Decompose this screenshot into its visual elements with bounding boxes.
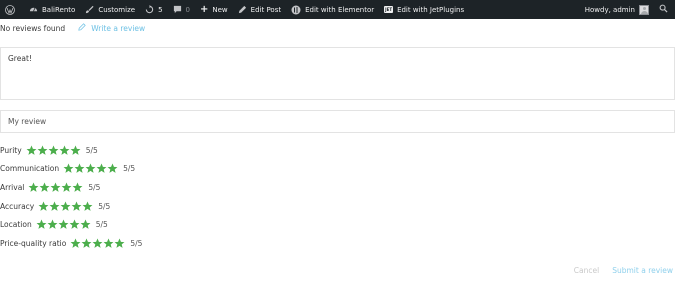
star-icon[interactable] [82, 201, 93, 212]
edit-jetplugins-menu[interactable]: JET Edit with JetPlugins [379, 0, 469, 19]
site-name-label: BaliRento [42, 5, 76, 14]
star-rating-input[interactable] [36, 219, 91, 230]
review-title-value: My review [8, 117, 47, 126]
star-icon[interactable] [58, 219, 69, 230]
star-icon[interactable] [26, 145, 37, 156]
submit-review-button[interactable]: Submit a review [612, 266, 673, 275]
rating-row: Arrival 5/5 [0, 178, 142, 197]
review-title-field[interactable]: My review [0, 110, 675, 133]
star-rating-input[interactable] [26, 145, 81, 156]
rating-row: Location 5/5 [0, 215, 142, 234]
customize-label: Customize [98, 5, 136, 14]
admin-bar: BaliRento Customize 5 0 + New Edit Post … [0, 0, 675, 19]
star-icon[interactable] [81, 238, 92, 249]
review-text-value: Great! [8, 54, 32, 63]
star-icon[interactable] [72, 182, 83, 193]
edit-jetplugins-label: Edit with JetPlugins [397, 5, 465, 14]
rating-value: 5/5 [130, 238, 143, 248]
rating-label: Communication [0, 164, 60, 174]
rating-label: Purity [0, 145, 22, 155]
new-content-menu[interactable]: + New [195, 0, 233, 19]
pencil-icon [78, 23, 86, 33]
no-reviews-text: No reviews found [0, 23, 66, 33]
rating-label: Location [0, 220, 32, 230]
star-icon[interactable] [103, 238, 114, 249]
dashboard-icon [29, 5, 38, 14]
star-rating-input[interactable] [63, 163, 118, 174]
jet-badge-icon: JET [384, 6, 394, 13]
star-icon[interactable] [96, 163, 107, 174]
edit-post-label: Edit Post [250, 5, 282, 14]
star-icon[interactable] [80, 219, 91, 230]
review-text-field[interactable]: Great! [0, 47, 675, 100]
greeting-label: Howdy, admin [584, 5, 635, 14]
updates-menu[interactable]: 5 [140, 0, 167, 19]
star-icon[interactable] [39, 182, 50, 193]
wordpress-logo-menu[interactable] [0, 0, 24, 19]
write-review-label: Write a review [91, 23, 146, 33]
search-icon [659, 4, 668, 15]
rating-label: Accuracy [0, 201, 35, 211]
star-rating-input[interactable] [70, 238, 125, 249]
new-label: New [212, 5, 228, 14]
star-icon[interactable] [49, 201, 60, 212]
comments-menu[interactable]: 0 [168, 0, 195, 19]
site-name-menu[interactable]: BaliRento [24, 0, 80, 19]
rating-value: 5/5 [123, 164, 136, 174]
plus-icon: + [200, 4, 209, 15]
rating-list: Purity 5/5 Communication 5/5 Arrival 5/5 Accur… [0, 141, 142, 253]
customize-menu[interactable]: Customize [80, 0, 140, 19]
admin-search[interactable] [654, 0, 675, 19]
rating-row: Communication 5/5 [0, 160, 142, 179]
elementor-icon [291, 5, 301, 15]
write-review-link[interactable]: Write a review [78, 23, 145, 33]
star-icon[interactable] [38, 201, 49, 212]
updates-count: 5 [158, 5, 163, 14]
star-icon[interactable] [61, 182, 72, 193]
wordpress-icon [5, 4, 15, 15]
star-icon[interactable] [74, 163, 85, 174]
cancel-button[interactable]: Cancel [574, 266, 599, 275]
star-rating-input[interactable] [28, 182, 83, 193]
star-icon[interactable] [92, 238, 103, 249]
star-icon[interactable] [36, 219, 47, 230]
comment-bubble-icon [173, 5, 182, 14]
paintbrush-icon [85, 5, 94, 14]
star-icon[interactable] [50, 182, 61, 193]
rating-row: Accuracy 5/5 [0, 197, 142, 216]
star-rating-input[interactable] [38, 201, 93, 212]
my-account-menu[interactable]: Howdy, admin [580, 0, 654, 19]
updates-icon [145, 5, 154, 14]
star-icon[interactable] [70, 238, 81, 249]
review-actions: Cancel Submit a review [574, 266, 673, 275]
rating-row: Price-quality ratio 5/5 [0, 234, 142, 253]
rating-value: 5/5 [88, 182, 101, 192]
star-icon[interactable] [59, 145, 70, 156]
star-icon[interactable] [70, 145, 81, 156]
avatar [639, 4, 649, 15]
star-icon[interactable] [85, 163, 96, 174]
star-icon[interactable] [63, 163, 74, 174]
rating-row: Purity 5/5 [0, 141, 142, 160]
edit-elementor-menu[interactable]: Edit with Elementor [286, 0, 379, 19]
reviews-header: No reviews found Write a review [0, 23, 145, 33]
star-icon[interactable] [48, 145, 59, 156]
star-icon[interactable] [114, 238, 125, 249]
edit-elementor-label: Edit with Elementor [305, 5, 375, 14]
star-icon[interactable] [60, 201, 71, 212]
rating-value: 5/5 [98, 201, 111, 211]
star-icon[interactable] [69, 219, 80, 230]
rating-value: 5/5 [95, 220, 108, 230]
comments-count: 0 [185, 5, 190, 14]
star-icon[interactable] [107, 163, 118, 174]
edit-post-menu[interactable]: Edit Post [233, 0, 286, 19]
star-icon[interactable] [47, 219, 58, 230]
star-icon[interactable] [71, 201, 82, 212]
pencil-icon [238, 5, 247, 14]
rating-label: Arrival [0, 182, 25, 192]
rating-value: 5/5 [85, 145, 98, 155]
rating-label: Price-quality ratio [0, 238, 67, 248]
star-icon[interactable] [28, 182, 39, 193]
star-icon[interactable] [37, 145, 48, 156]
